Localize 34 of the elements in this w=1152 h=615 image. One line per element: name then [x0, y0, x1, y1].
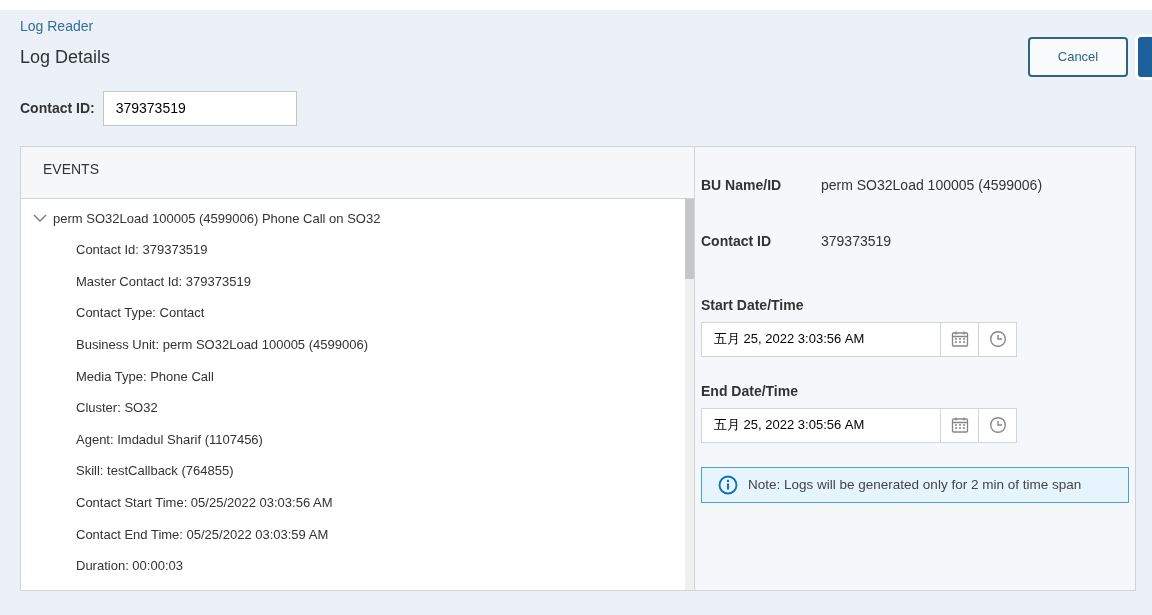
- events-header: EVENTS: [21, 146, 694, 199]
- date-time-field[interactable]: 五月 25, 2022 3:05:56 AM: [701, 407, 941, 443]
- note-text: Note: Logs will be generated only for 2 min of time span: [748, 475, 1082, 494]
- tree-item: Agent: Imdadul Sharif (1107456): [76, 430, 263, 449]
- breadcrumb-link[interactable]: Log Reader: [20, 18, 94, 34]
- chevron-down-icon[interactable]: [33, 213, 47, 224]
- page-title: Log Details: [20, 47, 111, 69]
- info-icon: [718, 474, 738, 495]
- field-label: Start Date/Time: [701, 295, 805, 315]
- clock-icon[interactable]: [988, 416, 1007, 435]
- detail-value: 379373519: [821, 231, 892, 251]
- contact-id-label: Contact ID:: [20, 98, 95, 118]
- tree-item: Contact Start Time: 05/25/2022 03:03:56 AM: [76, 494, 333, 512]
- cancel-button[interactable]: Cancel: [1028, 37, 1128, 77]
- calendar-icon[interactable]: [950, 330, 969, 349]
- tree-item: Duration: 00:00:03: [76, 557, 183, 576]
- tree-item: Contact Id: 379373519: [76, 241, 208, 260]
- tree-item: Business Unit: perm SO32Load 100005 (4599006): [76, 336, 368, 354]
- detail-label: BU Name/ID: [701, 175, 783, 195]
- scrollbar[interactable]: [685, 198, 694, 590]
- tree-item: Contact End Time: 05/25/2022 03:03:59 AM: [76, 525, 329, 544]
- tree-item: Contact Type: Contact: [76, 304, 205, 323]
- calendar-icon[interactable]: [950, 416, 969, 435]
- tree-node[interactable]: perm SO32Load 100005 (4599006) Phone Call on SO32: [53, 208, 381, 229]
- tree-item: Cluster: SO32: [76, 399, 158, 418]
- detail-value: perm SO32Load 100005 (4599006): [821, 175, 1043, 195]
- tree-item: Skill: testCallback (764855): [76, 462, 234, 481]
- tree-item: Master Contact Id: 379373519: [76, 272, 251, 291]
- contact-id-field[interactable]: 379373519: [102, 90, 297, 126]
- detail-label: Contact ID: [701, 231, 772, 251]
- field-label: End Date/Time: [701, 381, 799, 401]
- date-time-field[interactable]: 五月 25, 2022 3:03:56 AM: [701, 321, 941, 357]
- clock-icon[interactable]: [988, 330, 1007, 349]
- tree-item: Media Type: Phone Call: [76, 367, 214, 386]
